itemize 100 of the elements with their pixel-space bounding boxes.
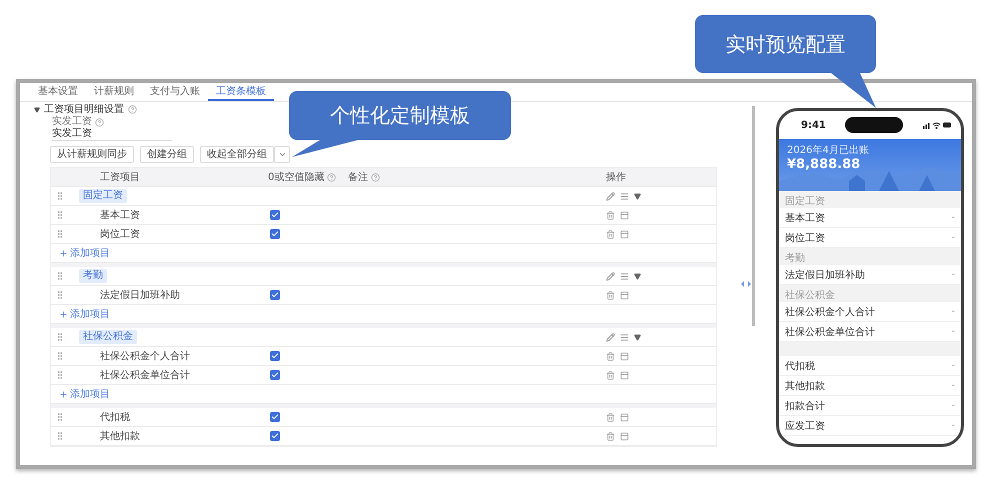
list-icon[interactable] xyxy=(620,192,629,200)
column-header: 工资项目 xyxy=(99,171,141,184)
drag-handle-icon[interactable] xyxy=(55,229,65,239)
row-value: - xyxy=(951,232,955,243)
checkbox[interactable] xyxy=(270,290,280,300)
row-value: - xyxy=(951,400,955,411)
caret-icon[interactable] xyxy=(634,192,641,200)
row-label: 社保公积金个人合计 xyxy=(785,306,875,318)
group-tag: 考勤 xyxy=(79,269,107,283)
list-icon[interactable] xyxy=(620,332,629,342)
row-value: - xyxy=(951,212,955,223)
item-name: 岗位工资 xyxy=(99,228,141,241)
trash-icon[interactable] xyxy=(606,290,615,300)
drag-handle-icon[interactable] xyxy=(55,370,65,380)
chevron-down-icon xyxy=(278,150,286,159)
help-icon[interactable] xyxy=(371,172,380,182)
row-label: 社保公积金单位合计 xyxy=(785,326,875,338)
drag-handle-icon[interactable] xyxy=(55,332,65,342)
trash-icon[interactable] xyxy=(606,230,615,238)
edit-icon[interactable] xyxy=(606,272,615,280)
checkbox[interactable] xyxy=(270,370,280,380)
section-title: 工资项目明细设置 xyxy=(44,104,124,116)
checkbox[interactable] xyxy=(270,351,280,361)
help-icon[interactable] xyxy=(95,118,104,126)
tab[interactable]: 工资条模板 xyxy=(208,83,274,101)
caret-icon[interactable] xyxy=(634,272,641,280)
tab[interactable]: 基本设置 xyxy=(30,83,86,101)
panel-icon[interactable] xyxy=(620,370,629,380)
banner-caption: 2026年4月已出账 xyxy=(787,144,870,157)
trash-icon[interactable] xyxy=(606,412,615,422)
tab[interactable]: 计薪规则 xyxy=(86,83,142,101)
row-label: 代扣税 xyxy=(785,360,815,372)
input-field[interactable]: 实发工资 xyxy=(52,128,172,141)
drag-handle-icon[interactable] xyxy=(55,210,65,220)
panel-icon[interactable] xyxy=(620,230,629,238)
edit-icon[interactable] xyxy=(606,332,615,342)
drag-handle-icon[interactable] xyxy=(55,412,65,422)
row-value: - xyxy=(951,380,955,391)
callout-pointer xyxy=(290,139,360,159)
item-name: 社保公积金个人合计 xyxy=(99,350,191,363)
toolbar-button[interactable]: 创建分组 xyxy=(140,146,194,163)
row-value: - xyxy=(951,420,955,431)
group-tag: 固定工资 xyxy=(79,189,127,203)
drag-handle-icon[interactable] xyxy=(55,271,65,281)
help-icon[interactable] xyxy=(327,172,336,182)
row-value: - xyxy=(951,269,955,280)
panel-icon[interactable] xyxy=(620,210,629,220)
checkbox[interactable] xyxy=(270,431,280,441)
panel-icon[interactable] xyxy=(620,432,629,440)
row-label: 其他扣款 xyxy=(785,380,825,392)
row-label: 岗位工资 xyxy=(785,232,825,244)
item-name: 基本工资 xyxy=(99,208,141,222)
salary-amount: ¥8,888.88 xyxy=(787,157,862,172)
trash-icon[interactable] xyxy=(606,352,615,360)
drag-handle-icon[interactable] xyxy=(55,351,65,361)
row-label: 应发工资 xyxy=(785,420,825,432)
row-label: 法定假日加班补助 xyxy=(785,268,865,282)
resize-handle-icon[interactable] xyxy=(740,280,752,288)
panel-icon[interactable] xyxy=(620,290,629,300)
group-tag: 社保公积金 xyxy=(79,330,137,344)
drag-handle-icon[interactable] xyxy=(55,431,65,441)
edit-icon[interactable] xyxy=(606,192,615,200)
panel-icon[interactable] xyxy=(620,412,629,422)
plus-icon xyxy=(59,248,68,258)
column-header: 操作 xyxy=(606,171,627,184)
trash-icon[interactable] xyxy=(606,210,615,220)
checkbox[interactable] xyxy=(270,229,280,239)
section-label: 考勤 xyxy=(779,248,961,265)
field-label: 实发工资 xyxy=(52,116,92,128)
plus-icon xyxy=(59,390,68,398)
item-name: 代扣税 xyxy=(99,410,131,424)
dropdown-button[interactable] xyxy=(274,146,290,163)
help-icon[interactable] xyxy=(128,105,137,114)
trash-icon[interactable] xyxy=(606,370,615,380)
list-icon[interactable] xyxy=(620,272,629,280)
plus-icon xyxy=(59,310,68,318)
row-label: 扣款合计 xyxy=(785,400,825,412)
item-name: 其他扣款 xyxy=(99,430,141,443)
row-label: 基本工资 xyxy=(785,212,825,224)
toolbar-button[interactable]: 收起全部分组 xyxy=(200,146,274,163)
row-value: - xyxy=(951,360,955,371)
caret-icon[interactable] xyxy=(634,334,641,340)
item-name: 法定假日加班补助 xyxy=(99,288,181,302)
trash-icon[interactable] xyxy=(606,432,615,440)
drag-handle-icon[interactable] xyxy=(55,290,65,300)
section-label: 社保公积金 xyxy=(779,285,961,302)
panel-icon[interactable] xyxy=(620,352,629,360)
row-value: - xyxy=(951,326,955,337)
row-value: - xyxy=(951,306,955,317)
callout-pointer xyxy=(830,72,878,110)
drag-handle-icon[interactable] xyxy=(55,191,65,201)
column-header: 0或空值隐藏 xyxy=(268,170,324,184)
column-header: 备注 xyxy=(348,170,368,184)
checkbox[interactable] xyxy=(270,210,280,220)
section-label: 固定工资 xyxy=(779,191,961,208)
caret-icon[interactable] xyxy=(34,106,40,112)
tab[interactable]: 支付与入账 xyxy=(142,83,208,101)
toolbar-button[interactable]: 从计薪规则同步 xyxy=(50,146,134,163)
checkbox[interactable] xyxy=(270,412,280,422)
status-time: 9:41 xyxy=(801,120,826,130)
